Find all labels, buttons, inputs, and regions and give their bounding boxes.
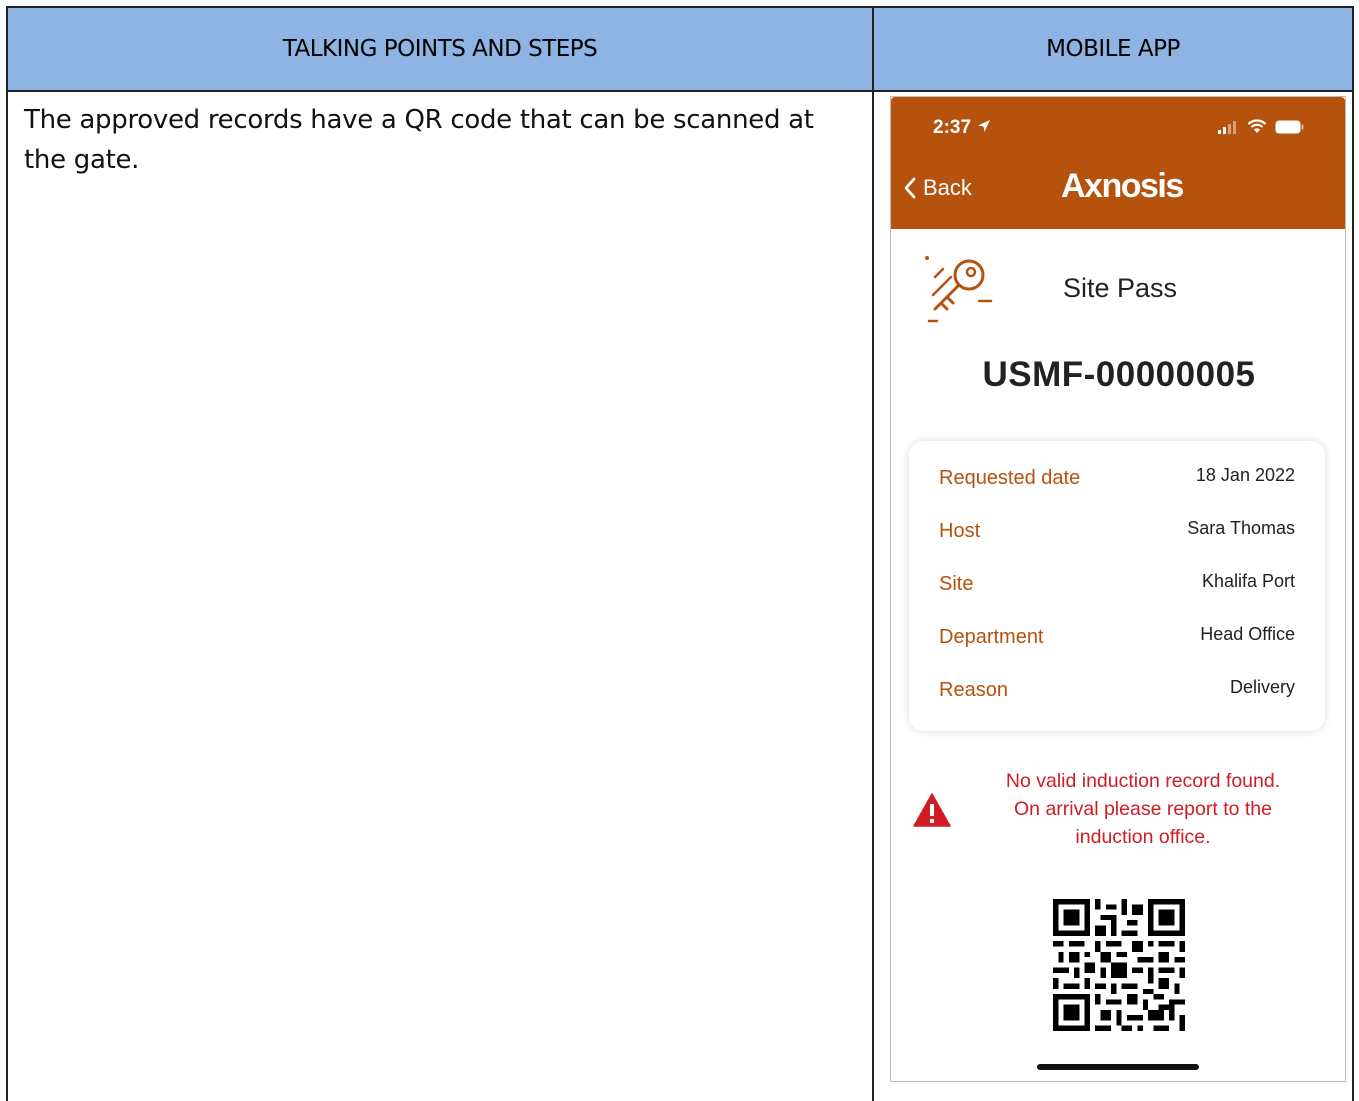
pass-details-card: Requested date 18 Jan 2022 Host Sara Tho… bbox=[909, 441, 1325, 731]
detail-row-requested-date: Requested date 18 Jan 2022 bbox=[939, 465, 1295, 497]
chevron-left-icon bbox=[904, 177, 916, 199]
detail-label: Requested date bbox=[939, 467, 1081, 489]
header-mobile-app: MOBILE APP bbox=[1046, 36, 1180, 62]
document-table: TALKING POINTS AND STEPS MOBILE APP The … bbox=[6, 6, 1354, 1101]
detail-row-department: Department Head Office bbox=[939, 624, 1295, 656]
location-arrow-icon bbox=[978, 120, 991, 132]
back-button[interactable]: Back bbox=[903, 175, 972, 201]
table-header-row: TALKING POINTS AND STEPS MOBILE APP bbox=[8, 8, 1352, 92]
battery-icon bbox=[1275, 120, 1304, 133]
column-divider bbox=[872, 8, 874, 1101]
detail-label: Department bbox=[939, 626, 1044, 648]
detail-value: Head Office bbox=[1200, 624, 1295, 644]
detail-label: Site bbox=[939, 573, 974, 595]
detail-value: 18 Jan 2022 bbox=[1195, 465, 1295, 485]
key-icon bbox=[925, 256, 993, 323]
site-pass-title: Site Pass bbox=[1063, 273, 1178, 303]
talking-points-text: The approved records have a QR code that… bbox=[24, 105, 814, 175]
induction-warning: No valid induction record found. On arri… bbox=[983, 767, 1303, 851]
wifi-icon bbox=[1247, 119, 1267, 133]
axnosis-logo: Axnosis bbox=[1061, 167, 1184, 205]
detail-label: Reason bbox=[939, 679, 1008, 701]
pass-number: USMF-00000005 bbox=[982, 355, 1256, 394]
home-indicator bbox=[1037, 1064, 1199, 1070]
detail-value: Sara Thomas bbox=[1187, 518, 1295, 538]
detail-label: Host bbox=[939, 520, 981, 542]
warning-line: No valid induction record found. bbox=[1005, 770, 1281, 792]
warning-line: induction office. bbox=[1075, 826, 1211, 848]
signal-icon bbox=[1218, 120, 1236, 134]
detail-row-reason: Reason Delivery bbox=[939, 677, 1295, 709]
header-talking-points: TALKING POINTS AND STEPS bbox=[282, 36, 598, 62]
status-time-text: 2:37 bbox=[933, 117, 972, 138]
detail-value: Delivery bbox=[1229, 677, 1295, 697]
detail-row-site: Site Khalifa Port bbox=[939, 571, 1295, 603]
detail-row-host: Host Sara Thomas bbox=[939, 518, 1295, 550]
status-bar-icons bbox=[1217, 119, 1305, 134]
qr-code bbox=[1053, 899, 1185, 1031]
warning-line: On arrival please report to the bbox=[1014, 798, 1272, 820]
detail-value: Khalifa Port bbox=[1201, 571, 1295, 591]
status-bar-time: 2:37 bbox=[933, 117, 992, 139]
mobile-app-screenshot: 2:37 Back Axnosis Site Pass USMF-0000000… bbox=[890, 96, 1346, 1082]
back-label: Back bbox=[923, 175, 972, 200]
warning-icon bbox=[913, 793, 951, 827]
app-header: 2:37 Back Axnosis bbox=[891, 97, 1345, 229]
